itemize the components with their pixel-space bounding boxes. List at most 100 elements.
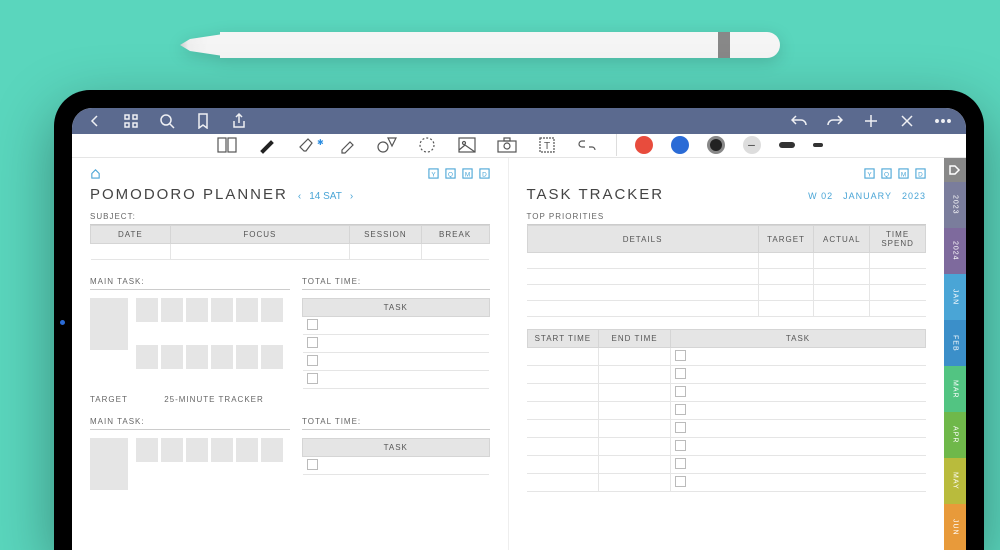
col-start: START TIME xyxy=(527,330,599,348)
page-layout-icon[interactable] xyxy=(216,134,238,156)
pomodoro-page: Y Q M D POMODORO PLANNER ‹ 14 SAT › xyxy=(72,158,508,550)
tracker-sublabel: 25-MINUTE TRACKER xyxy=(138,395,290,404)
add-icon[interactable] xyxy=(862,112,880,130)
side-tab-2024[interactable]: 2024 xyxy=(944,228,966,274)
crumb-m-icon[interactable]: M xyxy=(462,168,473,181)
col-actual: ACTUAL xyxy=(814,226,870,253)
share-icon[interactable] xyxy=(230,112,248,130)
bluetooth-icon: ✱ xyxy=(317,138,324,147)
task-check[interactable] xyxy=(675,422,686,433)
apps-grid-icon[interactable] xyxy=(122,112,140,130)
crumb-y-icon[interactable]: Y xyxy=(428,168,439,181)
svg-text:M: M xyxy=(464,171,469,178)
target-box-2[interactable] xyxy=(90,438,128,490)
current-date[interactable]: 14 SAT xyxy=(309,191,342,202)
redo-icon[interactable] xyxy=(826,112,844,130)
undo-icon[interactable] xyxy=(790,112,808,130)
pomodoro-title: POMODORO PLANNER xyxy=(90,186,288,203)
image-tool-icon[interactable] xyxy=(456,134,478,156)
side-tab-jan[interactable]: JAN xyxy=(944,274,966,320)
tablet-frame: ✱ T − xyxy=(54,90,984,550)
apple-pencil xyxy=(180,30,780,60)
crumb-d-icon[interactable]: D xyxy=(479,168,490,181)
col-task: TASK xyxy=(670,330,925,348)
crumb-y-icon[interactable]: Y xyxy=(864,168,875,181)
side-tab-home[interactable] xyxy=(944,158,966,182)
tracker-title: TASK TRACKER xyxy=(527,186,665,203)
search-icon[interactable] xyxy=(158,112,176,130)
task-check[interactable] xyxy=(675,404,686,415)
side-tab-apr[interactable]: APR xyxy=(944,412,966,458)
total-time-label-1: TOTAL TIME: xyxy=(302,274,490,290)
task-check[interactable] xyxy=(675,386,686,397)
side-tab-2023[interactable]: 2023 xyxy=(944,182,966,228)
task-check[interactable] xyxy=(675,458,686,469)
shapes-tool-icon[interactable] xyxy=(376,134,398,156)
task-check[interactable] xyxy=(307,319,318,330)
stroke-minus[interactable]: − xyxy=(743,136,761,154)
side-tab-mar[interactable]: MAR xyxy=(944,366,966,412)
target-box-1[interactable] xyxy=(90,298,128,350)
highlighter-tool-icon[interactable] xyxy=(336,134,358,156)
prev-day-icon[interactable]: ‹ xyxy=(298,191,301,202)
link-tool-icon[interactable] xyxy=(576,134,598,156)
stroke-small[interactable] xyxy=(813,143,823,147)
time-task-table: START TIME END TIME TASK xyxy=(527,329,927,492)
back-icon[interactable] xyxy=(86,112,104,130)
focus-table: DATE FOCUS SESSION BREAK xyxy=(90,225,490,260)
task-check[interactable] xyxy=(675,350,686,361)
close-icon[interactable] xyxy=(898,112,916,130)
col-break: BREAK xyxy=(421,226,489,244)
month-label[interactable]: JANUARY xyxy=(843,191,892,201)
bookmark-icon[interactable] xyxy=(194,112,212,130)
svg-text:M: M xyxy=(901,171,906,178)
task-check[interactable] xyxy=(675,476,686,487)
minute-tracker-1[interactable] xyxy=(136,298,283,389)
color-blue[interactable] xyxy=(671,136,689,154)
more-icon[interactable] xyxy=(934,112,952,130)
text-tool-icon[interactable]: T xyxy=(536,134,558,156)
side-tabs: 20232024JANFEBMARAPRMAYJUN xyxy=(944,158,966,550)
task-header-1: TASK xyxy=(303,299,490,317)
pen-tool-icon[interactable] xyxy=(256,134,278,156)
task-check[interactable] xyxy=(307,373,318,384)
home-crumb-icon[interactable] xyxy=(90,168,101,181)
task-header-2: TASK xyxy=(303,439,490,457)
eraser-tool-icon[interactable] xyxy=(296,134,318,156)
col-date: DATE xyxy=(91,226,171,244)
task-check[interactable] xyxy=(307,337,318,348)
task-check[interactable] xyxy=(675,440,686,451)
svg-text:Q: Q xyxy=(448,171,453,178)
task-check[interactable] xyxy=(675,368,686,379)
color-red[interactable] xyxy=(635,136,653,154)
main-task-label-2: MAIN TASK: xyxy=(90,414,290,430)
target-sublabel: TARGET xyxy=(90,395,138,404)
col-session: SESSION xyxy=(350,226,422,244)
crumb-m-icon[interactable]: M xyxy=(898,168,909,181)
total-time-label-2: TOTAL TIME: xyxy=(302,414,490,430)
minute-tracker-2[interactable] xyxy=(136,438,283,490)
side-tab-feb[interactable]: FEB xyxy=(944,320,966,366)
crumb-d-icon[interactable]: D xyxy=(915,168,926,181)
task-tracker-page: Y Q M D TASK TRACKER W 02 JANUARY 2023 xyxy=(508,158,945,550)
week-label[interactable]: W 02 xyxy=(808,191,833,201)
svg-text:T: T xyxy=(543,141,549,152)
svg-text:Y: Y xyxy=(431,171,436,178)
lasso-tool-icon[interactable] xyxy=(416,134,438,156)
next-day-icon[interactable]: › xyxy=(350,191,353,202)
crumb-q-icon[interactable]: Q xyxy=(881,168,892,181)
task-check[interactable] xyxy=(307,459,318,470)
stroke-large[interactable] xyxy=(779,142,795,148)
color-black[interactable] xyxy=(707,136,725,154)
col-target: TARGET xyxy=(758,226,814,253)
year-label[interactable]: 2023 xyxy=(902,191,926,201)
task-check[interactable] xyxy=(307,355,318,366)
camera-tool-icon[interactable] xyxy=(496,134,518,156)
side-tab-may[interactable]: MAY xyxy=(944,458,966,504)
svg-text:Y: Y xyxy=(867,171,872,178)
main-task-label-1: MAIN TASK: xyxy=(90,274,290,290)
col-end: END TIME xyxy=(599,330,671,348)
crumb-q-icon[interactable]: Q xyxy=(445,168,456,181)
side-tab-jun[interactable]: JUN xyxy=(944,504,966,550)
col-timespend: TIME SPEND xyxy=(870,226,926,253)
